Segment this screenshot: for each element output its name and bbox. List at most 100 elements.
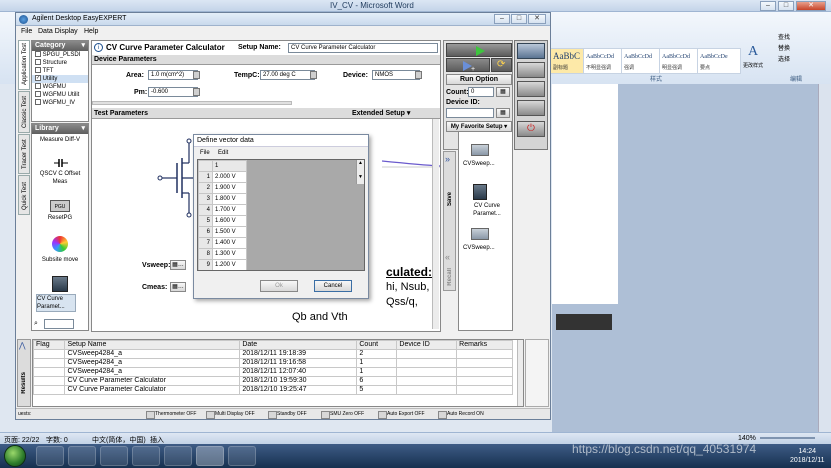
start-button[interactable]	[4, 445, 26, 467]
cmeas-vector-button[interactable]: ▦…	[170, 282, 186, 292]
pm-input[interactable]: -0.600	[148, 87, 198, 97]
vector-value-cell[interactable]: 1.700 V	[212, 204, 247, 216]
vector-value-cell[interactable]: 2.000 V	[212, 171, 247, 183]
vector-grid-scrollbar[interactable]: ▲ ▼	[356, 160, 364, 184]
results-scrollbar[interactable]	[517, 340, 523, 406]
category-item[interactable]: SPGU_PLSDI	[32, 51, 88, 59]
recall-button[interactable]: Recall	[447, 268, 453, 286]
dialog-menu-file[interactable]: File	[200, 150, 210, 156]
results-column-header[interactable]: Date	[239, 340, 358, 350]
menu-file[interactable]: File	[21, 28, 32, 35]
taskbar-explorer-icon[interactable]	[36, 446, 64, 466]
library-header[interactable]: Library ▾	[32, 124, 88, 134]
data-display-button[interactable]	[517, 43, 545, 59]
favorite-item-cvsweep-2[interactable]: CVSweep...	[463, 244, 495, 252]
vsweep-vector-button[interactable]: ▦…	[170, 260, 186, 270]
results-column-header[interactable]: Flag	[33, 340, 66, 350]
info-icon[interactable]: i	[94, 43, 103, 52]
area-input[interactable]: 1.0 m(cm^2)	[148, 70, 198, 80]
repeat-run-button[interactable]: ⟳	[491, 58, 512, 72]
menu-data-display[interactable]: Data Display	[38, 28, 78, 35]
library-item-resetpg[interactable]: ResetPG	[32, 214, 88, 222]
category-checkbox[interactable]	[35, 59, 41, 66]
binoculars-icon[interactable]: ⌕	[34, 320, 42, 328]
category-checkbox[interactable]	[35, 91, 41, 98]
dialog-ok-button[interactable]: Ok	[260, 280, 298, 292]
table-row[interactable]: CVSweep4284_a 2018/12/11 19:16:58 1	[33, 358, 513, 368]
word-page[interactable]	[552, 84, 618, 330]
smu-zero-toggle[interactable]: SMU Zero OFF	[321, 411, 364, 419]
results-column-header[interactable]: Remarks	[456, 340, 513, 350]
thermometer-toggle[interactable]: Thermometer OFF	[146, 411, 196, 419]
append-run-button[interactable]: +	[446, 58, 490, 72]
category-item[interactable]: TFT	[32, 67, 88, 75]
library-item-measure-diffv[interactable]: Measure Diff-V	[32, 136, 88, 144]
vector-value-cell[interactable]: 1.500 V	[212, 226, 247, 238]
standby-toggle[interactable]: Standby OFF	[268, 411, 307, 419]
save-arrow-icon[interactable]: »	[445, 154, 450, 164]
category-checkbox[interactable]	[35, 67, 41, 74]
configuration-button[interactable]	[517, 100, 545, 116]
setup-name-input[interactable]: CV Curve Parameter Calculator	[288, 43, 438, 53]
single-run-button[interactable]	[446, 43, 512, 57]
taskbar-easyexpert-icon[interactable]	[196, 446, 224, 466]
category-header[interactable]: Category ▾	[32, 41, 88, 51]
system-clock[interactable]: 14:24 2018/12/11	[790, 447, 825, 465]
taskbar-excel-icon[interactable]	[228, 446, 256, 466]
results-column-header[interactable]: Count	[356, 340, 398, 350]
taskbar-folder-icon[interactable]	[100, 446, 128, 466]
ee-maximize-button[interactable]: □	[511, 14, 527, 24]
calibration-button[interactable]	[517, 81, 545, 97]
results-column-header[interactable]: Device ID	[396, 340, 458, 350]
device-calc-button[interactable]	[415, 71, 422, 79]
dialog-cancel-button[interactable]: Cancel	[314, 280, 352, 292]
category-checkbox[interactable]	[35, 51, 41, 58]
vector-value-cell[interactable]: 1.600 V	[212, 215, 247, 227]
vector-value-cell[interactable]: 1.400 V	[212, 237, 247, 249]
library-item-cv-curve[interactable]: CV Curve Paramet...	[36, 294, 76, 312]
pm-calc-button[interactable]	[193, 88, 200, 96]
results-side-tab[interactable]: ⋀ Results	[17, 339, 31, 407]
run-option-button[interactable]: Run Option	[446, 74, 512, 85]
table-row[interactable]: CVSweep4284_a 2018/12/11 19:18:39 2	[33, 349, 513, 359]
zoom-slider[interactable]	[760, 437, 815, 439]
vector-value-cell[interactable]: 1.300 V	[212, 248, 247, 260]
results-column-header[interactable]: Setup Name	[64, 340, 241, 350]
tab-quick-test[interactable]: Quick Test	[18, 175, 30, 215]
replace-button[interactable]: 替换	[778, 43, 790, 52]
tab-application-test[interactable]: Application Test	[18, 40, 30, 90]
find-button[interactable]: 查找	[778, 32, 790, 41]
device-input[interactable]: NMOS	[372, 70, 420, 80]
table-row[interactable]: CV Curve Parameter Calculator 2018/12/10 …	[33, 376, 513, 386]
category-checkbox[interactable]: ✓	[35, 75, 41, 82]
instrument-setup-button[interactable]	[517, 62, 545, 78]
style-strong[interactable]: AaBbCcDe 要点	[697, 48, 741, 74]
tempc-calc-button[interactable]	[310, 71, 317, 79]
vector-value-cell[interactable]: 1.800 V	[212, 193, 247, 205]
category-item[interactable]: WGFMU Utilit	[32, 91, 88, 99]
extended-setup-button[interactable]: Extended Setup ▾	[352, 108, 410, 119]
favorite-item-cv-curve[interactable]: CV Curve Paramet...	[463, 202, 511, 218]
device-id-button[interactable]: ▦	[496, 108, 510, 118]
ee-minimize-button[interactable]: –	[494, 14, 510, 24]
test-params-scrollbar[interactable]	[432, 119, 439, 329]
favorite-item-cvsweep-1[interactable]: CVSweep...	[463, 160, 495, 168]
library-item-qscv[interactable]: QSCV C Offset Meas	[32, 170, 88, 186]
vector-value-cell[interactable]: 1.900 V	[212, 182, 247, 194]
tempc-input[interactable]: 27.00 deg C	[260, 70, 315, 80]
category-item[interactable]: ✓ Utility	[32, 75, 88, 83]
select-button[interactable]: 选择	[778, 54, 790, 63]
standby-button[interactable]: ⏻	[517, 121, 545, 137]
auto-record-toggle[interactable]: Auto Record ON	[438, 411, 484, 419]
area-calc-button[interactable]	[193, 71, 200, 79]
library-search-input[interactable]	[44, 319, 74, 329]
category-item[interactable]: WGFMU_IV	[32, 99, 88, 107]
scroll-down-icon[interactable]: ▼	[358, 174, 363, 180]
library-item-subsite-move[interactable]: Subsite move	[32, 256, 88, 264]
category-checkbox[interactable]	[35, 83, 41, 90]
tab-classic-test[interactable]: Classic Test	[18, 91, 30, 133]
taskbar-paint-icon[interactable]	[132, 446, 160, 466]
tab-tracer-test[interactable]: Tracer Test	[18, 134, 30, 174]
device-id-input[interactable]	[446, 108, 494, 118]
results-collapse-icon[interactable]: ⋀	[19, 341, 26, 350]
